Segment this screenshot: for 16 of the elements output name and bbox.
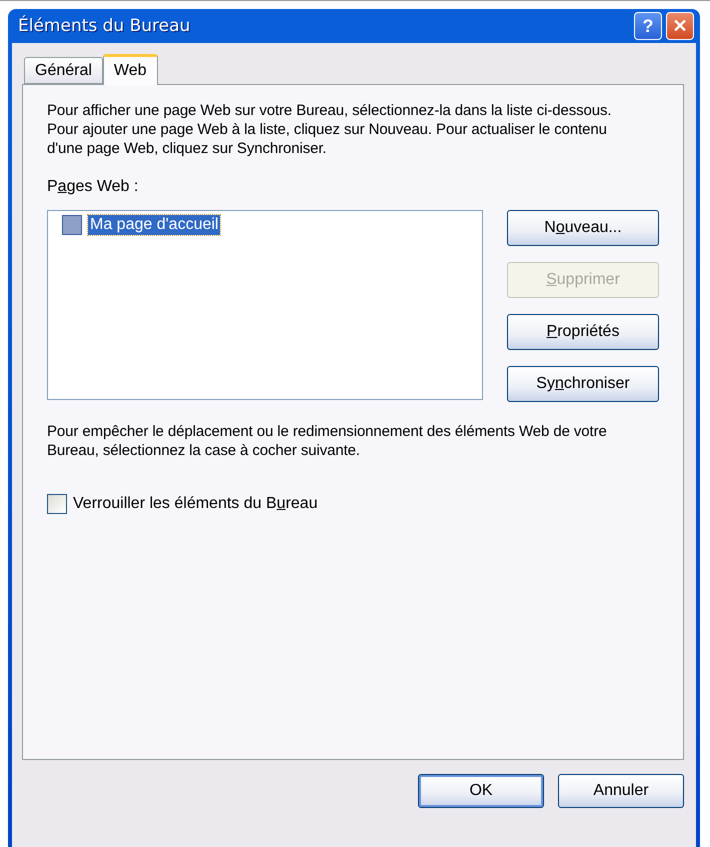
checkbox[interactable] xyxy=(62,215,82,235)
action-button[interactable]: Nouveau... xyxy=(507,210,659,246)
checkbox-label[interactable]: Verrouiller les éléments du Bureau xyxy=(73,495,318,513)
help-button[interactable]: ? xyxy=(634,12,662,40)
pages-label: Pages Web : xyxy=(47,178,140,196)
tab[interactable]: Web xyxy=(102,54,158,85)
cancel-button[interactable]: Annuler xyxy=(558,774,684,808)
action-button[interactable]: Synchroniser xyxy=(507,366,659,402)
window-title: Éléments du Bureau xyxy=(18,16,190,36)
lock-description: Pour empêcher le déplacement ou le redimensionnement des éléments Web de votre Bureau, sélectionnez la case à cocher suivante. xyxy=(47,422,608,460)
list-item[interactable]: Ma page d'accueil xyxy=(88,215,220,235)
action-button[interactable]: Propriétés xyxy=(507,314,659,350)
ok-button[interactable]: OK xyxy=(418,774,544,808)
intro-text: Pour afficher une page Web sur votre Bureau, sélectionnez-la dans la liste ci-dessous. Pour ajouter une page Web à la liste, cliquez sur Nouveau. Pour actualiser le contenu d'une page Web, cliquez sur Synchroniser. xyxy=(47,101,612,158)
checkbox[interactable] xyxy=(47,494,67,514)
tab[interactable]: Général xyxy=(24,57,103,84)
